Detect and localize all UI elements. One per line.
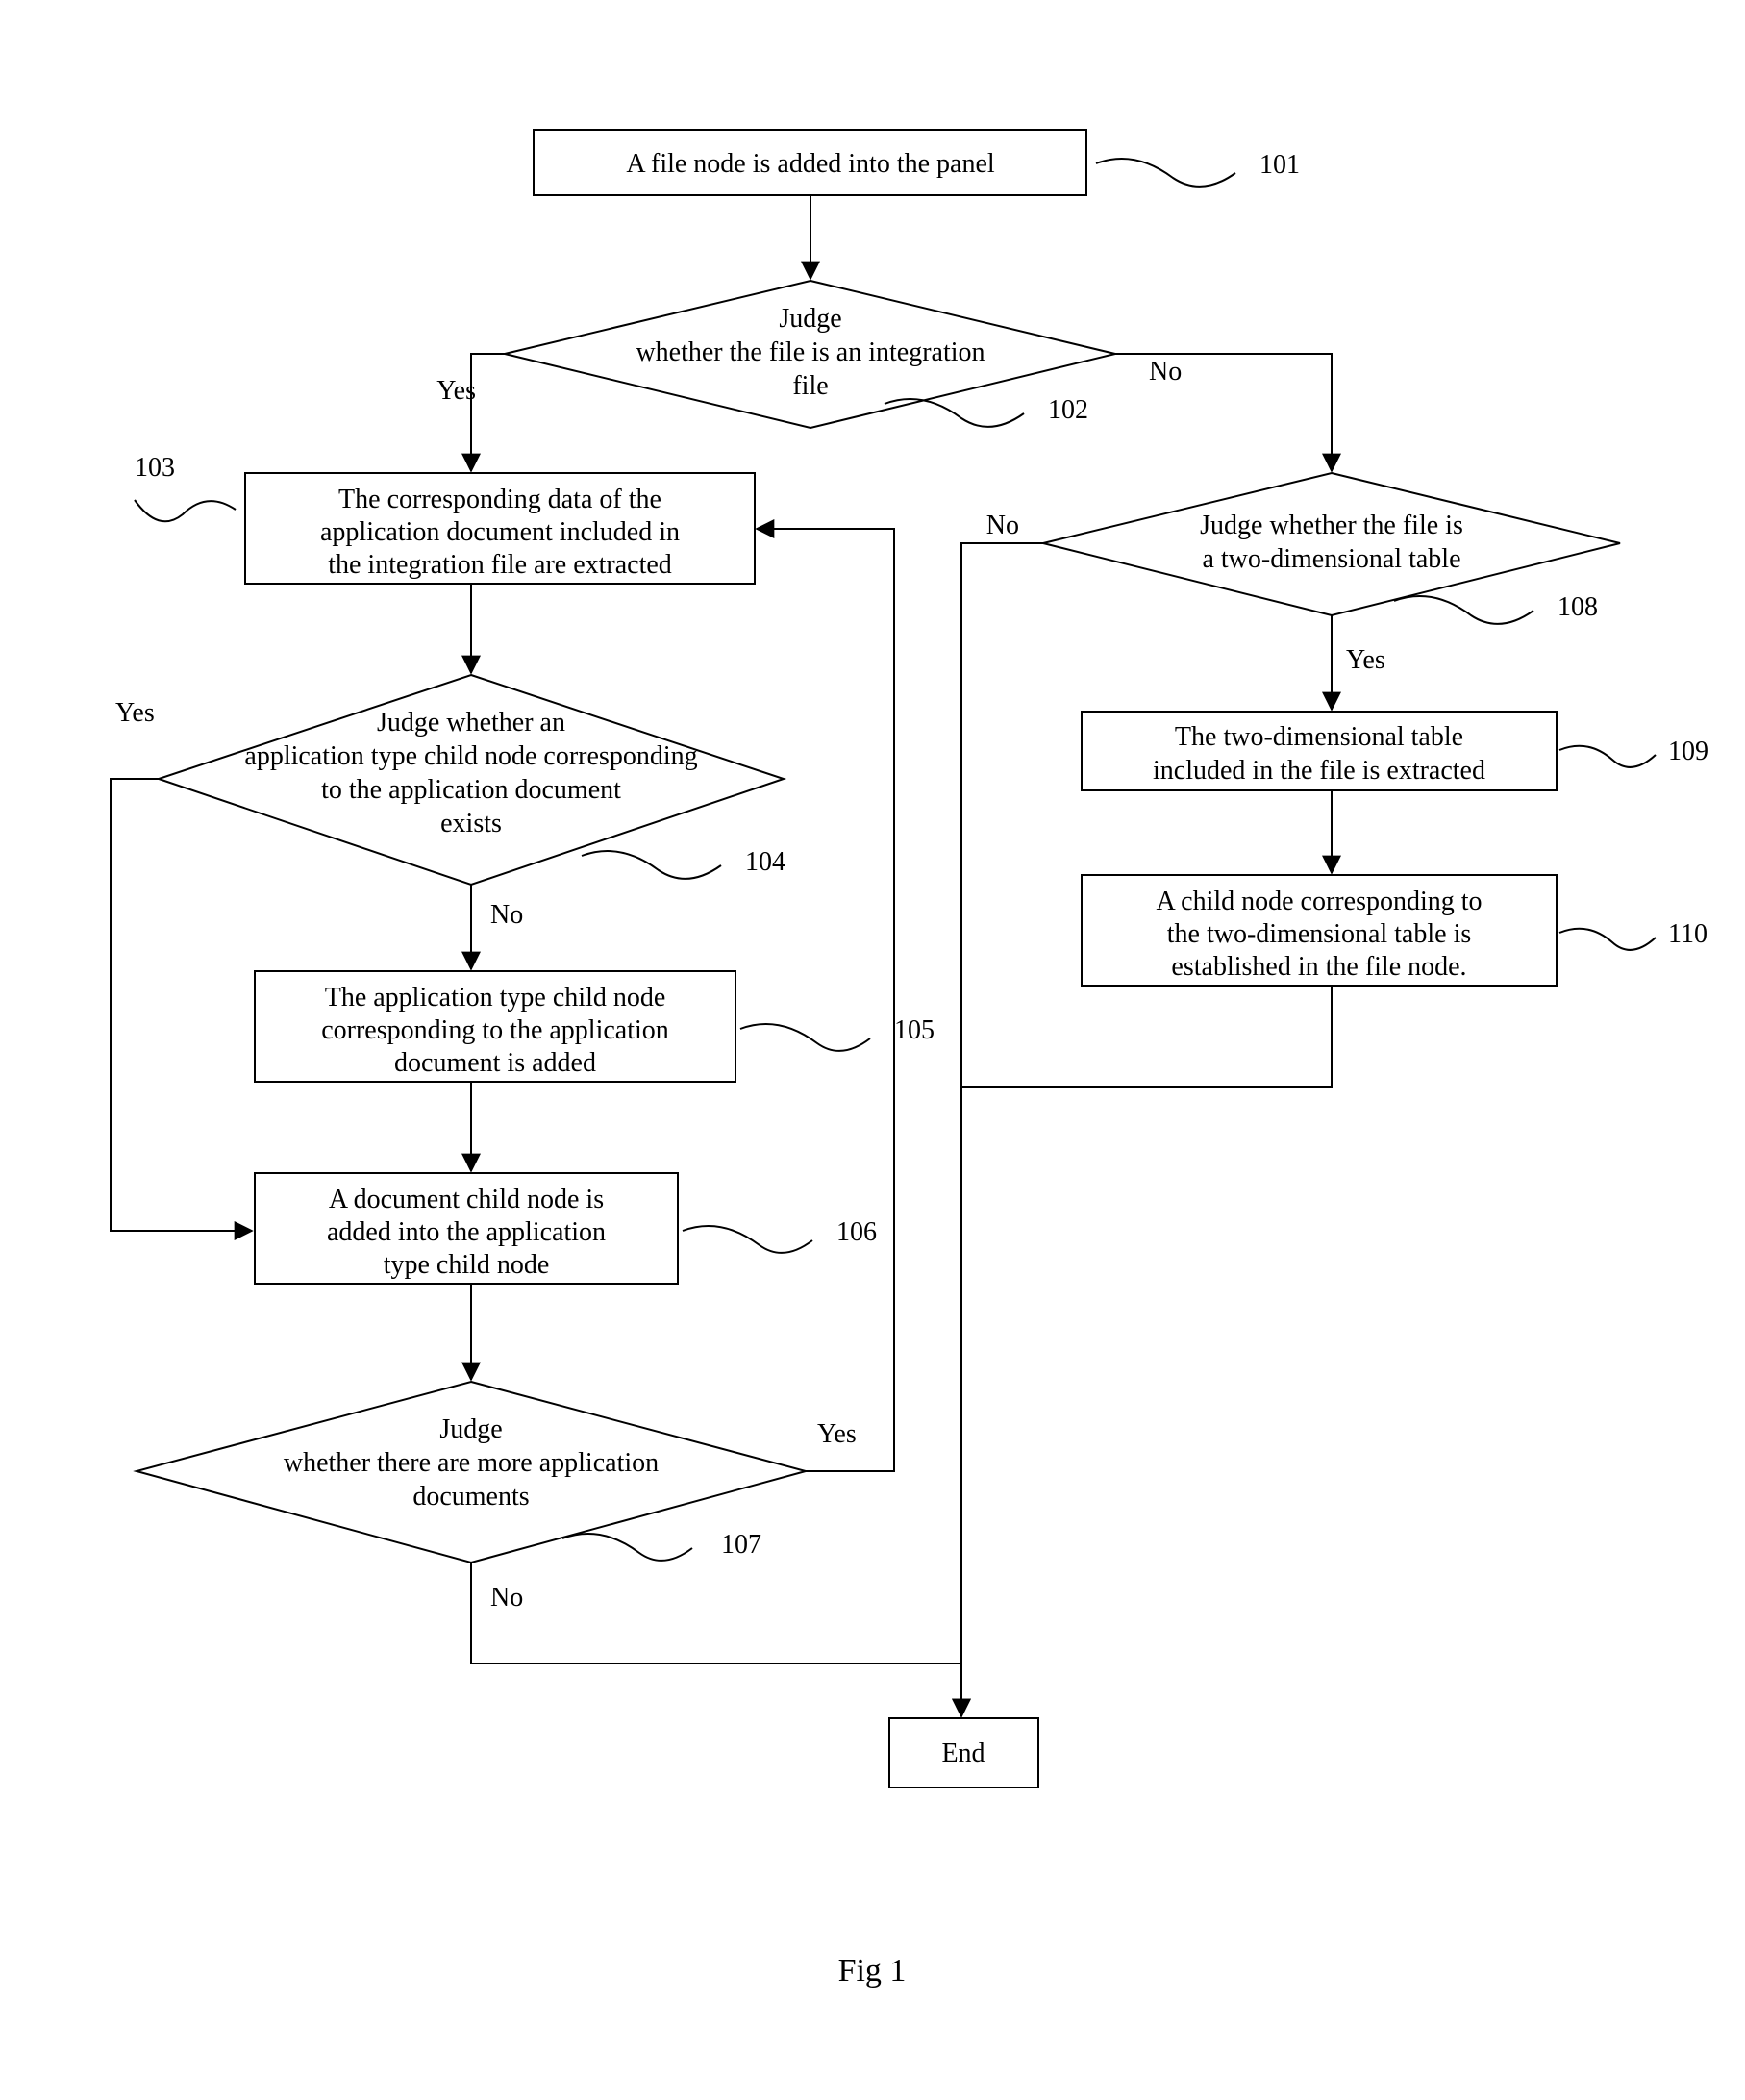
node-104-l2: application type child node correspondin… [244, 741, 697, 771]
edge-102-103 [471, 354, 505, 471]
node-109: The two-dimensional table included in th… [1082, 712, 1708, 790]
node-103: The corresponding data of the applicatio… [135, 453, 755, 584]
figure-caption: Fig 1 [838, 1953, 907, 1988]
flowchart: A file node is added into the panel 101 … [0, 0, 1745, 2100]
node-107-l3: documents [412, 1482, 529, 1512]
node-104-l1: Judge whether an [377, 708, 565, 738]
edge-102-no-label: No [1149, 357, 1182, 387]
node-104-l4: exists [440, 809, 502, 838]
node-101-text: A file node is added into the panel [626, 149, 995, 179]
node-104: Judge whether an application type child … [159, 675, 785, 885]
node-105-l2: corresponding to the application [321, 1015, 669, 1045]
edge-108-no-label: No [986, 511, 1019, 540]
node-102-num: 102 [1048, 395, 1088, 425]
node-105-num: 105 [894, 1015, 935, 1045]
node-106-num: 106 [836, 1217, 877, 1247]
edge-107-end [471, 1562, 961, 1716]
node-110-num: 110 [1668, 919, 1708, 949]
node-102-l3: file [792, 371, 828, 401]
edge-108-yes-label: Yes [1346, 645, 1385, 675]
node-110-l2: the two-dimensional table is [1167, 919, 1472, 949]
node-107-l2: whether there are more application [284, 1448, 659, 1478]
node-110: A child node corresponding to the two-di… [1082, 875, 1708, 986]
node-102-l1: Judge [779, 304, 841, 334]
node-109-num: 109 [1668, 737, 1708, 766]
node-103-l1: The corresponding data of the [338, 485, 661, 514]
node-104-num: 104 [745, 847, 785, 877]
edge-107-no-label: No [490, 1583, 523, 1612]
edge-102-108 [1115, 354, 1332, 471]
edge-107-103 [757, 529, 894, 1471]
node-106-l1: A document child node is [329, 1185, 604, 1214]
edge-104-106 [111, 779, 252, 1231]
node-107: Judge whether there are more application… [137, 1382, 806, 1562]
edge-104-yes-label: Yes [115, 698, 155, 728]
node-102-l2: whether the file is an integration [636, 338, 985, 367]
node-109-l2: included in the file is extracted [1153, 756, 1485, 786]
node-110-l1: A child node corresponding to [1156, 887, 1482, 916]
node-105-l1: The application type child node [325, 983, 666, 1012]
node-106: A document child node is added into the … [255, 1173, 877, 1284]
node-108-num: 108 [1558, 592, 1598, 622]
node-108-l1: Judge whether the file is [1200, 511, 1463, 540]
node-106-l3: type child node [384, 1250, 550, 1280]
node-102: Judge whether the file is an integration… [505, 281, 1115, 428]
edge-104-no-label: No [490, 900, 523, 930]
end-text: End [941, 1738, 985, 1768]
node-104-l3: to the application document [321, 775, 621, 805]
node-108: Judge whether the file is a two-dimensio… [1043, 473, 1620, 624]
node-106-l2: added into the application [327, 1217, 606, 1247]
node-105-l3: document is added [394, 1048, 596, 1078]
edge-110-end [961, 986, 1332, 1087]
node-101-num: 101 [1259, 150, 1300, 180]
node-103-l2: application document included in [320, 517, 680, 547]
node-101: A file node is added into the panel 101 [534, 130, 1300, 195]
edge-108-end [961, 543, 1043, 1716]
node-107-l1: Judge [439, 1414, 502, 1444]
node-109-l1: The two-dimensional table [1175, 722, 1463, 752]
edge-102-yes-label: Yes [436, 376, 476, 406]
node-108-l2: a two-dimensional table [1202, 544, 1460, 574]
node-110-l3: established in the file node. [1171, 952, 1466, 982]
node-end: End [889, 1718, 1038, 1788]
node-103-l3: the integration file are extracted [328, 550, 672, 580]
node-103-num: 103 [135, 453, 175, 483]
node-105: The application type child node correspo… [255, 971, 935, 1082]
edge-107-yes-label: Yes [817, 1419, 857, 1449]
node-107-num: 107 [721, 1530, 761, 1560]
